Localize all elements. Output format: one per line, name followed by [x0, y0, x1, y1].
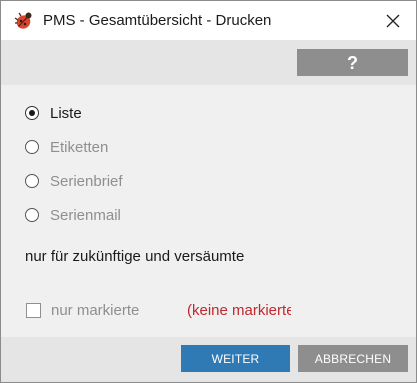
marked-info-text: (keine markierten)	[187, 302, 291, 319]
options-panel: Liste Etiketten Serienbrief Serienmail n…	[1, 85, 416, 337]
title-bar: PMS - Gesamtübersicht - Drucken	[1, 1, 416, 40]
radio-circle	[25, 106, 39, 120]
abbrechen-button[interactable]: ABBRECHEN	[298, 345, 408, 372]
radio-circle	[25, 174, 39, 188]
close-button[interactable]	[370, 1, 416, 40]
radio-circle	[25, 208, 39, 222]
radio-circle	[25, 140, 39, 154]
radio-serienbrief[interactable]: Serienbrief	[25, 170, 123, 192]
checkbox-label: nur markierte	[51, 301, 140, 319]
window-title: PMS - Gesamtübersicht - Drucken	[43, 12, 272, 29]
print-dialog: PMS - Gesamtübersicht - Drucken ? Liste …	[0, 0, 417, 383]
radio-etiketten[interactable]: Etiketten	[25, 136, 108, 158]
filter-note: nur für zukünftige und versäumte	[25, 248, 245, 265]
radio-label: Liste	[50, 104, 82, 122]
checkbox-box	[26, 302, 41, 318]
help-button[interactable]: ?	[297, 49, 408, 76]
button-bar: WEITER ABBRECHEN	[1, 337, 416, 382]
radio-label: Etiketten	[50, 138, 109, 156]
help-icon: ?	[347, 52, 358, 73]
ladybug-icon	[14, 12, 32, 29]
checkbox-nur-markierte[interactable]: nur markierte	[26, 299, 139, 321]
radio-label: Serienbrief	[50, 172, 123, 190]
radio-selected-dot	[29, 110, 35, 116]
weiter-button[interactable]: WEITER	[181, 345, 290, 372]
close-icon	[386, 14, 400, 27]
radio-liste[interactable]: Liste	[25, 102, 82, 124]
radio-serienmail[interactable]: Serienmail	[25, 204, 121, 226]
radio-label: Serienmail	[50, 206, 121, 224]
